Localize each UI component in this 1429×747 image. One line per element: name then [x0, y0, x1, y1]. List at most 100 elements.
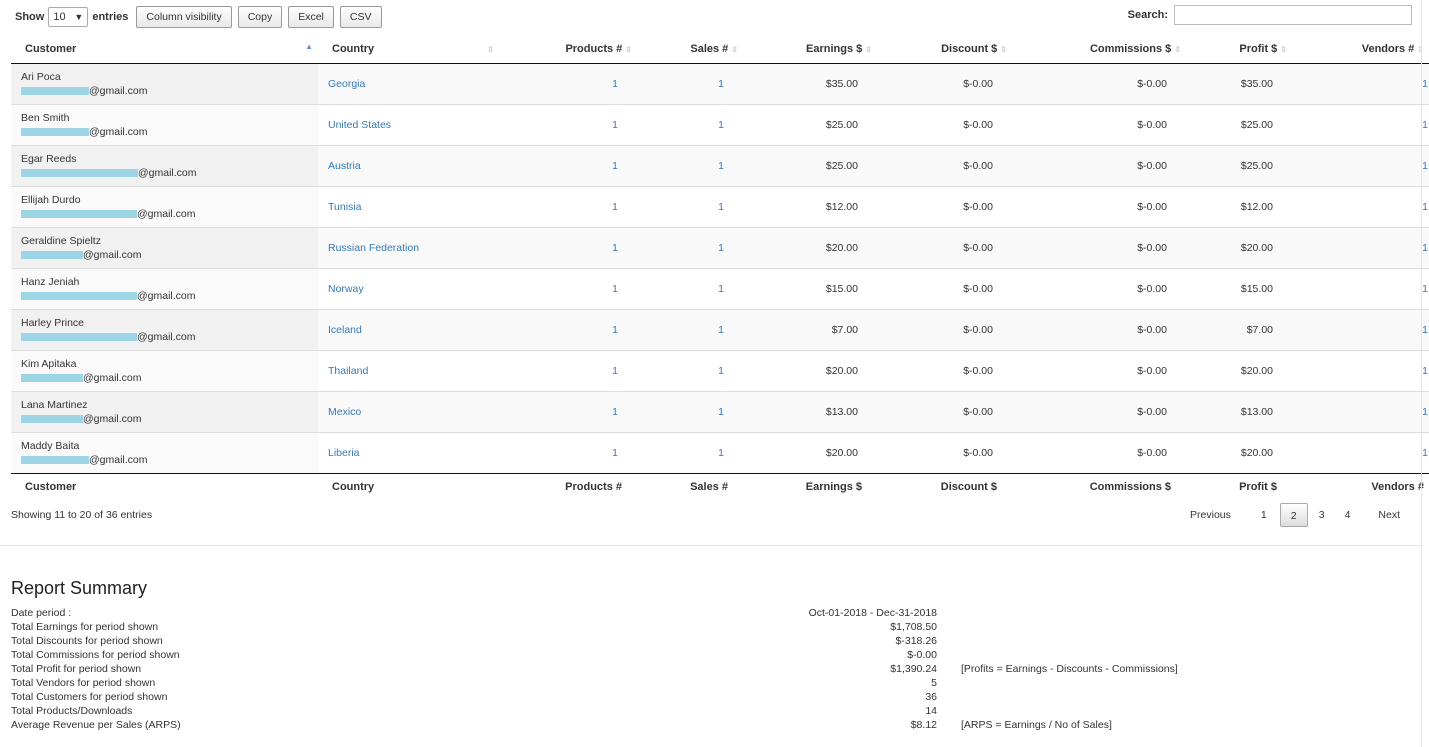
- country-link[interactable]: Iceland: [328, 324, 362, 336]
- vendors-link[interactable]: 1: [1422, 447, 1428, 459]
- country-link[interactable]: United States: [328, 119, 391, 131]
- sort-icon: ⇳: [1174, 44, 1181, 54]
- earnings-cell: $15.00: [752, 267, 886, 309]
- sales-link[interactable]: 1: [718, 160, 724, 172]
- vendors-link[interactable]: 1: [1422, 160, 1428, 172]
- column-header-sales[interactable]: Sales # ⇳: [646, 36, 752, 64]
- search-input[interactable]: [1174, 5, 1412, 25]
- customer-email-domain: @gmail.com: [89, 84, 148, 97]
- table-header-row: Customer ▲ Country ⇳ Products # ⇳ Sales # ⇳ …: [11, 36, 1429, 64]
- profit-cell: $20.00: [1195, 226, 1301, 268]
- sales-cell: 1: [646, 267, 752, 309]
- customer-cell: Maddy Baita @gmail.com: [11, 431, 318, 473]
- products-link[interactable]: 1: [612, 283, 618, 295]
- vendors-cell: 1: [1301, 390, 1429, 432]
- customer-email-domain: @gmail.com: [89, 453, 148, 466]
- customer-name: Ben Smith: [21, 111, 70, 124]
- column-header-customer[interactable]: Customer ▲: [11, 36, 318, 64]
- earnings-cell: $25.00: [752, 144, 886, 186]
- customer-email: @gmail.com: [21, 207, 308, 221]
- previous-page-button[interactable]: Previous: [1181, 503, 1240, 527]
- summary-row: Total Discounts for period shown $-318.26: [11, 635, 1311, 649]
- sales-link[interactable]: 1: [718, 119, 724, 131]
- customer-email-domain: @gmail.com: [138, 166, 197, 179]
- summary-value: $1,390.24: [890, 663, 937, 675]
- column-header-profit[interactable]: Profit $ ⇳: [1195, 36, 1301, 64]
- sales-link[interactable]: 1: [718, 283, 724, 295]
- column-header-country[interactable]: Country ⇳: [318, 36, 500, 64]
- vendors-cell: 1: [1301, 144, 1429, 186]
- sales-cell: 1: [646, 144, 752, 186]
- products-cell: 1: [500, 267, 646, 309]
- vendors-link[interactable]: 1: [1422, 324, 1428, 336]
- excel-button[interactable]: Excel: [288, 6, 334, 28]
- summary-row: Total Vendors for period shown 5: [11, 677, 1311, 691]
- page-3-button[interactable]: 3: [1310, 503, 1334, 527]
- products-link[interactable]: 1: [612, 201, 618, 213]
- country-link[interactable]: Russian Federation: [328, 242, 419, 254]
- sales-link[interactable]: 1: [718, 447, 724, 459]
- sales-link[interactable]: 1: [718, 78, 724, 90]
- vendors-link[interactable]: 1: [1422, 365, 1428, 377]
- country-link[interactable]: Austria: [328, 160, 361, 172]
- redacted-email-mask: [21, 455, 89, 464]
- customer-name: Maddy Baita: [21, 439, 80, 452]
- sort-icon: ⇳: [625, 44, 632, 54]
- column-header-commissions[interactable]: Commissions $ ⇳: [1021, 36, 1195, 64]
- customer-cell: Geraldine Spieltz @gmail.com: [11, 226, 318, 268]
- discount-cell: $-0.00: [886, 349, 1021, 391]
- country-link[interactable]: Liberia: [328, 447, 360, 459]
- entries-length-select[interactable]: 10 ▼: [48, 7, 89, 27]
- sort-icon: ⇳: [1000, 44, 1007, 54]
- sales-link[interactable]: 1: [718, 365, 724, 377]
- vendors-link[interactable]: 1: [1422, 119, 1428, 131]
- csv-button[interactable]: CSV: [339, 6, 382, 28]
- country-link[interactable]: Tunisia: [328, 201, 361, 213]
- vendors-link[interactable]: 1: [1422, 201, 1428, 213]
- column-header-discount[interactable]: Discount $ ⇳: [886, 36, 1021, 64]
- commissions-cell: $-0.00: [1021, 226, 1195, 268]
- products-link[interactable]: 1: [612, 447, 618, 459]
- vendors-cell: 1: [1301, 226, 1429, 268]
- entries-length-value: 10: [53, 11, 66, 23]
- copy-button[interactable]: Copy: [237, 6, 283, 28]
- earnings-cell: $7.00: [752, 308, 886, 350]
- page-2-button[interactable]: 2: [1279, 503, 1308, 527]
- products-link[interactable]: 1: [612, 365, 618, 377]
- country-link[interactable]: Mexico: [328, 406, 361, 418]
- products-link[interactable]: 1: [612, 324, 618, 336]
- table-row: Egar Reeds @gmail.com Austria 1 1 $25.00 $-0.0…: [11, 144, 1429, 186]
- vendors-link[interactable]: 1: [1422, 283, 1428, 295]
- sales-link[interactable]: 1: [718, 406, 724, 418]
- country-link[interactable]: Georgia: [328, 78, 365, 90]
- products-link[interactable]: 1: [612, 406, 618, 418]
- next-page-button[interactable]: Next: [1369, 503, 1409, 527]
- products-link[interactable]: 1: [612, 242, 618, 254]
- show-label: Show: [15, 11, 45, 23]
- customer-cell: Ben Smith @gmail.com: [11, 103, 318, 145]
- column-visibility-button[interactable]: Column visibility: [136, 6, 232, 28]
- page-4-button[interactable]: 4: [1336, 503, 1360, 527]
- products-link[interactable]: 1: [612, 160, 618, 172]
- profit-cell: $25.00: [1195, 144, 1301, 186]
- sales-link[interactable]: 1: [718, 242, 724, 254]
- vendors-link[interactable]: 1: [1422, 78, 1428, 90]
- customer-name: Ari Poca: [21, 70, 61, 83]
- products-link[interactable]: 1: [612, 119, 618, 131]
- products-link[interactable]: 1: [612, 78, 618, 90]
- country-link[interactable]: Thailand: [328, 365, 368, 377]
- sales-link[interactable]: 1: [718, 201, 724, 213]
- column-header-vendors[interactable]: Vendors #⇳: [1301, 36, 1429, 64]
- summary-label: Total Commissions for period shown: [11, 649, 180, 661]
- vendors-link[interactable]: 1: [1422, 242, 1428, 254]
- page-1-button[interactable]: 1: [1252, 503, 1276, 527]
- vendors-link[interactable]: 1: [1422, 406, 1428, 418]
- column-header-earnings[interactable]: Earnings $ ⇳: [752, 36, 886, 64]
- column-header-products[interactable]: Products # ⇳: [500, 36, 646, 64]
- discount-cell: $-0.00: [886, 185, 1021, 227]
- discount-cell: $-0.00: [886, 103, 1021, 145]
- country-link[interactable]: Norway: [328, 283, 364, 295]
- footer-products: Products #: [500, 472, 646, 500]
- sales-link[interactable]: 1: [718, 324, 724, 336]
- commissions-cell: $-0.00: [1021, 185, 1195, 227]
